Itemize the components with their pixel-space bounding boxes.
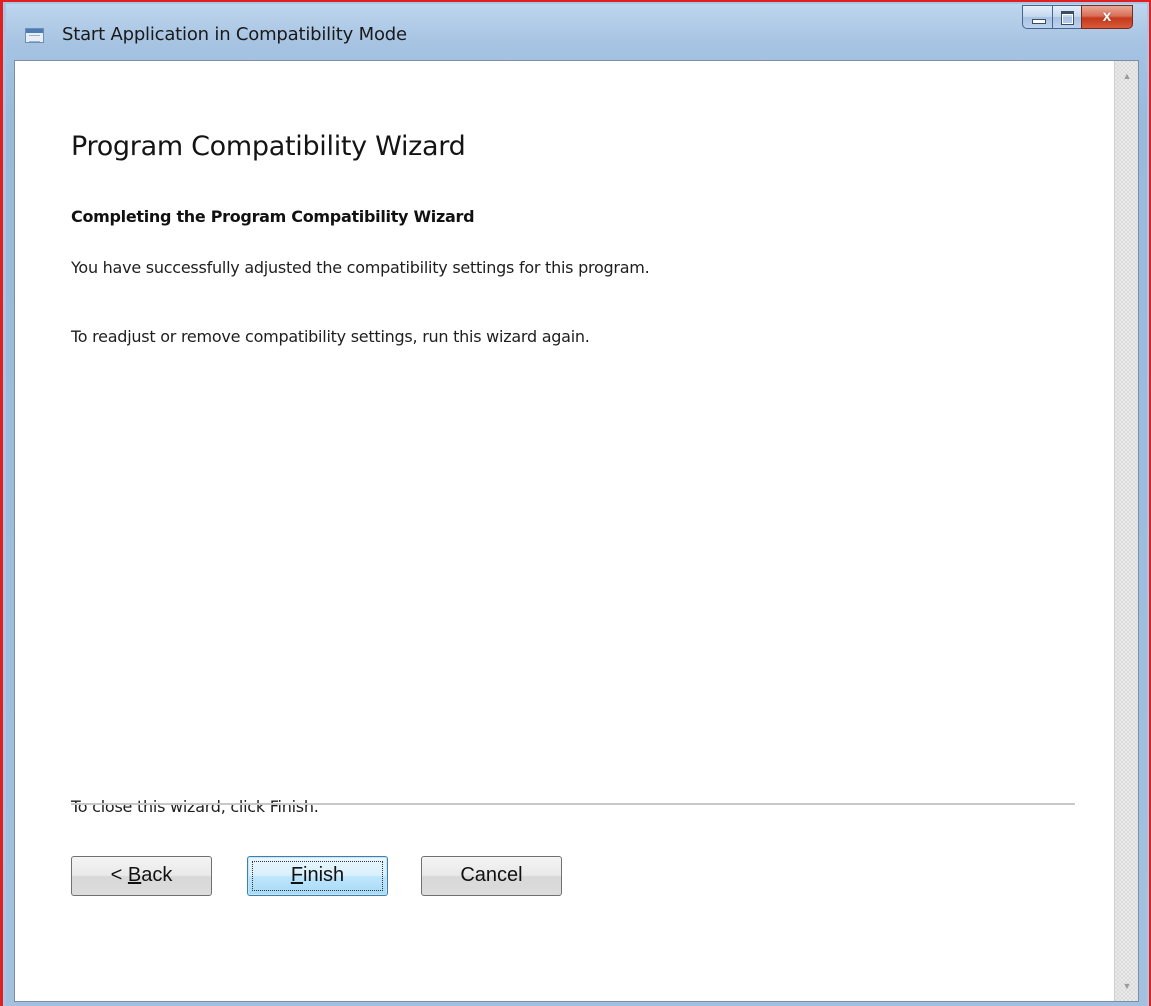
close-hint-text: To close this wizard, click Finish. bbox=[71, 797, 319, 816]
vertical-scrollbar[interactable]: ▲ ▼ bbox=[1114, 61, 1138, 1001]
success-message: You have successfully adjusted the compa… bbox=[71, 258, 650, 277]
back-button-accelerator: B bbox=[127, 864, 142, 886]
finish-button-label-rest: inish bbox=[303, 864, 345, 886]
window-frame: Start Application in Compatibility Mode … bbox=[6, 4, 1147, 1006]
minimize-button[interactable] bbox=[1022, 5, 1052, 29]
title-bar[interactable]: Start Application in Compatibility Mode … bbox=[6, 4, 1147, 62]
minimize-icon bbox=[1032, 19, 1046, 24]
divider bbox=[71, 803, 1075, 805]
back-button[interactable]: < Back bbox=[71, 856, 212, 896]
wizard-client-area: Program Compatibility Wizard Completing … bbox=[14, 60, 1139, 1002]
wizard-window: Start Application in Compatibility Mode … bbox=[0, 0, 1151, 1006]
maximize-icon bbox=[1061, 11, 1074, 25]
cancel-button[interactable]: Cancel bbox=[421, 856, 562, 896]
close-icon: x bbox=[1102, 8, 1112, 25]
scroll-up-arrow-icon[interactable]: ▲ bbox=[1115, 65, 1139, 87]
finish-button-accelerator: F bbox=[290, 864, 304, 886]
close-button[interactable]: x bbox=[1081, 5, 1133, 29]
section-subtitle: Completing the Program Compatibility Wiz… bbox=[71, 207, 475, 226]
readjust-message: To readjust or remove compatibility sett… bbox=[71, 327, 590, 346]
back-button-prefix: < bbox=[110, 864, 128, 886]
wizard-content: Program Compatibility Wizard Completing … bbox=[71, 61, 1078, 1001]
caption-buttons: x bbox=[1022, 5, 1133, 29]
window-title: Start Application in Compatibility Mode bbox=[62, 24, 407, 45]
finish-button[interactable]: Finish bbox=[247, 856, 388, 896]
back-button-label-rest: ack bbox=[141, 864, 173, 886]
maximize-button[interactable] bbox=[1052, 5, 1081, 29]
page-title: Program Compatibility Wizard bbox=[71, 131, 466, 162]
app-window-icon bbox=[25, 28, 44, 43]
scroll-down-arrow-icon[interactable]: ▼ bbox=[1115, 975, 1139, 997]
